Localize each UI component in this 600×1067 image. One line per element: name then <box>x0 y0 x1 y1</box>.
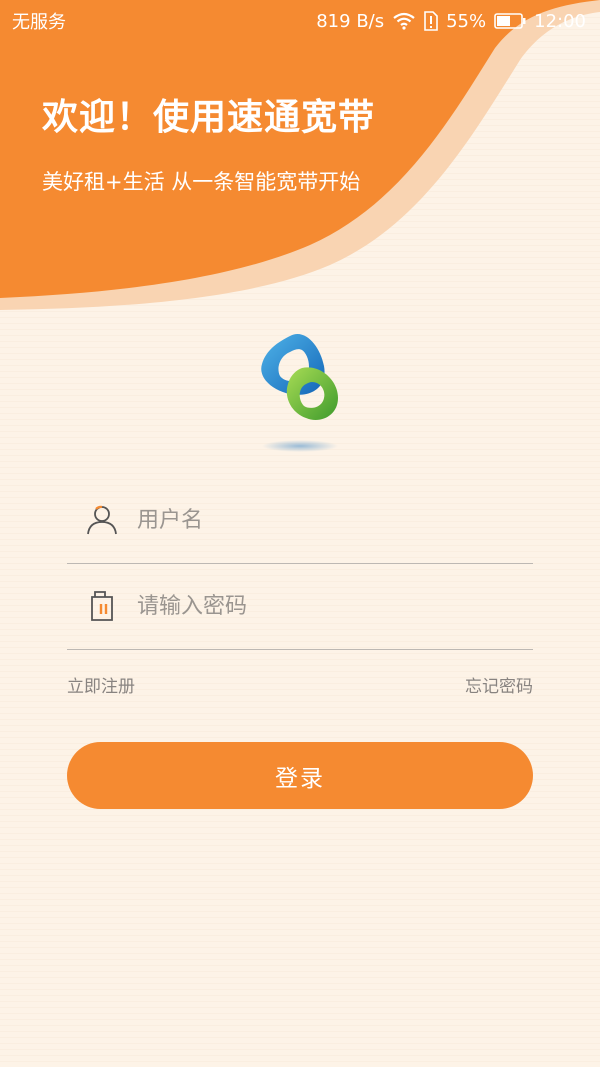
sim-alert-icon <box>424 11 438 31</box>
register-link[interactable]: 立即注册 <box>67 672 135 697</box>
password-field <box>67 563 533 650</box>
wifi-icon <box>393 12 415 30</box>
carrier-text: 无服务 <box>12 12 66 33</box>
header-banner <box>0 0 600 310</box>
battery-icon <box>494 13 526 29</box>
login-button[interactable]: 登录 <box>67 742 533 809</box>
username-field <box>67 477 533 564</box>
forgot-password-link[interactable]: 忘记密码 <box>465 672 533 697</box>
user-icon <box>67 504 137 536</box>
status-bar: 无服务 819 B/s 55% 12:00 <box>0 0 600 42</box>
network-speed: 819 B/s <box>316 10 385 32</box>
password-input[interactable] <box>137 593 517 619</box>
welcome-title: 欢迎！使用速通宽带 <box>42 97 376 138</box>
app-logo-icon <box>261 334 338 452</box>
battery-percent: 55% <box>446 10 487 32</box>
status-indicators: 819 B/s 55% 12:00 <box>316 11 586 32</box>
lock-icon <box>67 589 137 623</box>
welcome-subtitle: 美好租+生活 从一条智能宽带开始 <box>42 170 361 194</box>
clock: 12:00 <box>534 10 586 32</box>
username-input[interactable] <box>137 507 517 533</box>
